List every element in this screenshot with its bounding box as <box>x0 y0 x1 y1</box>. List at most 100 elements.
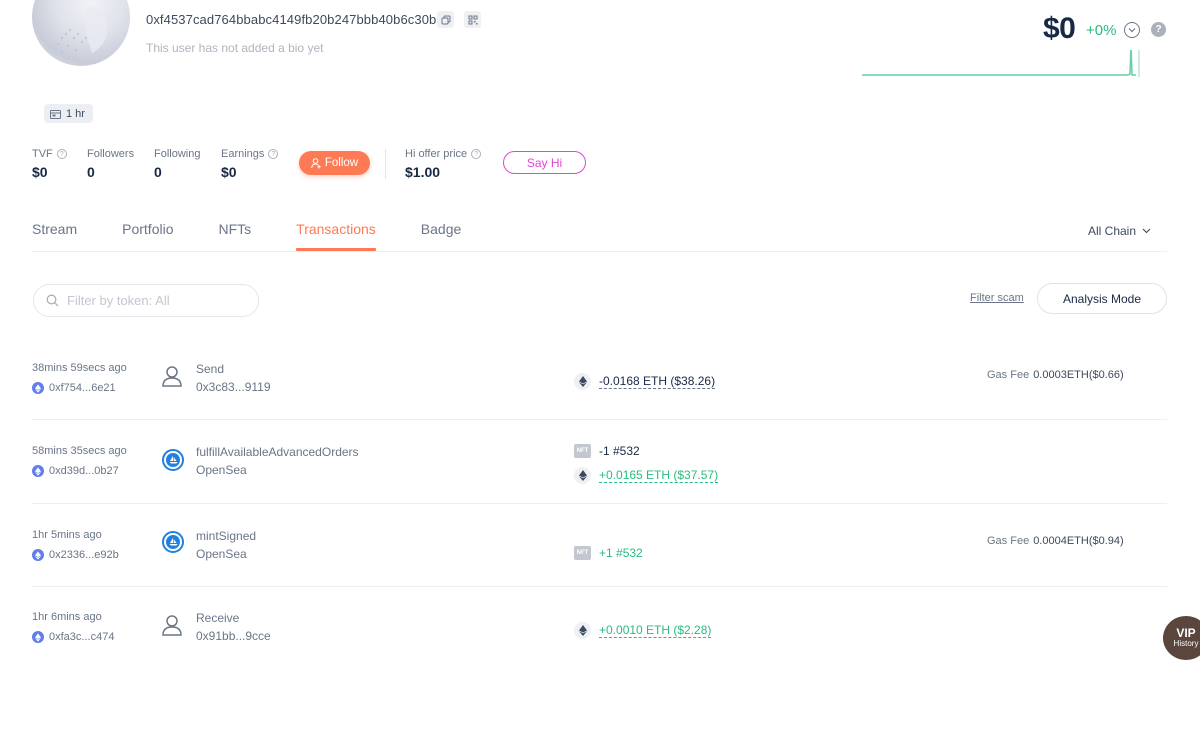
chevron-down-icon <box>1142 228 1151 234</box>
vip-subtitle: History <box>1173 639 1199 648</box>
hi-offer-label: Hi offer price <box>405 148 468 160</box>
opensea-icon <box>162 449 184 471</box>
tab-stream[interactable]: Stream <box>32 221 77 251</box>
gas-fee-value: 0.0004ETH($0.94) <box>1033 535 1124 547</box>
tx-counterparty[interactable]: 0x91bb...9cce <box>196 629 271 643</box>
gas-fee-label: Gas Fee <box>987 369 1030 381</box>
account-age-text: 1 hr <box>66 107 85 120</box>
account-age-badge: 1 hr <box>44 104 93 123</box>
token-change: NFT -1 #532 <box>574 444 640 458</box>
qr-code-icon <box>468 15 477 24</box>
chain-select[interactable]: All Chain <box>1088 224 1151 238</box>
token-change: NFT +1 #532 <box>574 546 643 560</box>
tx-hash-text: 0xf754...6e21 <box>49 382 116 394</box>
stat-earnings: Earnings? $0 <box>221 147 279 180</box>
avatar <box>32 0 130 66</box>
tx-method: fulfillAvailableAdvancedOrders <box>196 445 359 459</box>
tx-hash[interactable]: 0x2336...e92b <box>32 549 119 561</box>
user-bio: This user has not added a bio yet <box>146 41 324 55</box>
token-change: +0.0165 ETH ($37.57) <box>574 467 719 484</box>
stat-tvf: TVF? $0 <box>32 147 67 180</box>
tab-bar: Stream Portfolio NFTs Transactions Badge <box>32 221 506 251</box>
token-amount[interactable]: -0.0168 ETH ($38.26) <box>599 374 716 389</box>
tx-hash-text: 0xd39d...0b27 <box>49 465 119 477</box>
qr-code-button[interactable] <box>464 11 481 28</box>
tx-counterparty[interactable]: OpenSea <box>196 547 247 561</box>
nft-icon: NFT <box>574 444 591 458</box>
followers-label: Followers <box>87 148 135 160</box>
token-amount[interactable]: +0.0010 ETH ($2.28) <box>599 623 712 638</box>
balance-change: +0% <box>1086 22 1117 39</box>
tx-time: 58mins 35secs ago <box>32 445 127 457</box>
gas-fee: Gas Fee 0.0003ETH($0.66) <box>987 369 1124 381</box>
ethereum-icon <box>32 465 44 477</box>
copy-icon <box>441 15 450 24</box>
user-plus-icon <box>311 157 321 168</box>
tx-method: mintSigned <box>196 529 257 543</box>
token-amount[interactable]: +0.0165 ETH ($37.57) <box>599 468 719 483</box>
row-divider <box>32 503 1167 504</box>
tx-hash[interactable]: 0xd39d...0b27 <box>32 465 119 477</box>
followers-value: 0 <box>87 164 95 180</box>
token-amount: +1 #532 <box>599 546 643 560</box>
following-label: Following <box>154 148 201 160</box>
user-icon <box>162 366 182 387</box>
stat-following[interactable]: Following 0 <box>154 147 200 180</box>
help-icon[interactable]: ? <box>1151 22 1166 37</box>
gas-fee-value: 0.0003ETH($0.66) <box>1033 369 1124 381</box>
token-amount: -1 #532 <box>599 444 640 458</box>
tvf-value: $0 <box>32 164 48 180</box>
tab-portfolio[interactable]: Portfolio <box>122 221 173 251</box>
opensea-icon <box>162 531 184 553</box>
avatar-image <box>56 7 108 54</box>
earnings-label: Earnings <box>221 148 265 160</box>
ethereum-icon <box>32 631 44 643</box>
vip-title: VIP <box>1176 626 1196 640</box>
tx-method: Receive <box>196 611 240 625</box>
token-change: +0.0010 ETH ($2.28) <box>574 622 712 639</box>
gas-fee: Gas Fee 0.0004ETH($0.94) <box>987 535 1124 547</box>
tab-badge[interactable]: Badge <box>421 221 461 251</box>
tx-hash[interactable]: 0xfa3c...c474 <box>32 631 114 643</box>
help-icon[interactable]: ? <box>56 149 67 159</box>
following-value: 0 <box>154 164 162 180</box>
tx-time: 1hr 6mins ago <box>32 611 102 623</box>
tx-time: 38mins 59secs ago <box>32 362 127 374</box>
tx-hash-text: 0xfa3c...c474 <box>49 631 115 643</box>
token-filter[interactable] <box>33 284 259 317</box>
ethereum-icon <box>574 373 591 390</box>
tx-hash-text: 0x2336...e92b <box>49 549 119 561</box>
nft-icon: NFT <box>574 546 591 560</box>
earnings-value: $0 <box>221 164 237 180</box>
user-icon <box>162 615 182 636</box>
tx-hash[interactable]: 0xf754...6e21 <box>32 382 116 394</box>
ethereum-icon <box>574 467 591 484</box>
tab-transactions[interactable]: Transactions <box>296 221 376 251</box>
tx-time: 1hr 5mins ago <box>32 529 102 541</box>
analysis-mode-button[interactable]: Analysis Mode <box>1037 283 1167 314</box>
hi-offer-value: $1.00 <box>405 164 441 180</box>
help-icon[interactable]: ? <box>471 149 482 159</box>
token-filter-input[interactable] <box>67 293 247 308</box>
tx-counterparty[interactable]: OpenSea <box>196 463 247 477</box>
tab-divider <box>32 251 1167 252</box>
filter-scam-link[interactable]: Filter scam <box>970 292 1024 304</box>
stats-divider <box>385 149 386 179</box>
chain-select-value: All Chain <box>1088 224 1137 238</box>
help-icon[interactable]: ? <box>268 149 279 159</box>
tab-nfts[interactable]: NFTs <box>218 221 251 251</box>
ethereum-icon <box>32 549 44 561</box>
vip-history-button[interactable]: VIP History <box>1163 616 1200 660</box>
say-hi-button[interactable]: Say Hi <box>503 151 586 174</box>
row-divider <box>32 586 1167 587</box>
follow-button[interactable]: Follow <box>299 151 370 175</box>
copy-address-button[interactable] <box>437 11 454 28</box>
row-divider <box>32 419 1167 420</box>
balance-chart <box>862 50 1140 77</box>
calendar-icon <box>50 109 61 119</box>
chevron-down-icon[interactable] <box>1124 22 1140 38</box>
tx-counterparty[interactable]: 0x3c83...9119 <box>196 380 271 394</box>
stat-followers[interactable]: Followers 0 <box>87 147 134 180</box>
tvf-label: TVF <box>32 148 53 160</box>
total-balance: $0 <box>1043 12 1076 45</box>
